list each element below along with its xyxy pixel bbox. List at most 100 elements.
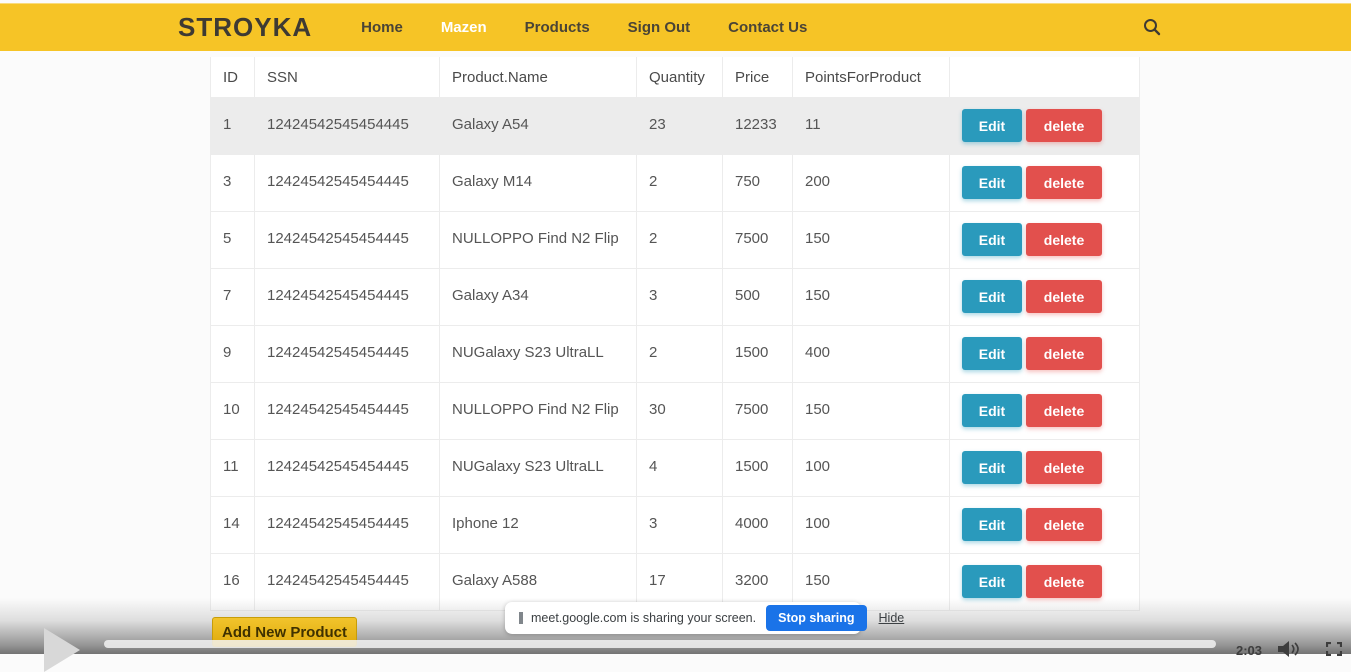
delete-button[interactable]: delete [1026, 565, 1102, 598]
cell-id: 1 [210, 98, 255, 154]
cell-points: 200 [793, 155, 950, 211]
column-header-quantity: Quantity [637, 57, 723, 97]
cell-product-name: Galaxy A54 [440, 98, 637, 154]
edit-button[interactable]: Edit [962, 394, 1022, 427]
cell-product-name: NULLOPPO Find N2 Flip [440, 383, 637, 439]
edit-button[interactable]: Edit [962, 565, 1022, 598]
delete-button[interactable]: delete [1026, 109, 1102, 142]
edit-button[interactable]: Edit [962, 166, 1022, 199]
cell-actions: Edit delete [950, 269, 1140, 325]
cell-ssn: 12424542545454445 [255, 383, 440, 439]
cell-points: 150 [793, 212, 950, 268]
cell-id: 11 [210, 440, 255, 496]
cell-price: 4000 [723, 497, 793, 553]
cell-actions: Edit delete [950, 440, 1140, 496]
nav-item-products[interactable]: Products [506, 19, 609, 36]
nav-item-home[interactable]: Home [342, 19, 422, 36]
nav-menu: Home Mazen Products Sign Out Contact Us [342, 19, 826, 36]
column-header-points: PointsForProduct [793, 57, 950, 97]
nav-item-sign-out[interactable]: Sign Out [609, 19, 710, 36]
table-header-row: ID SSN Product.Name Quantity Price Point… [210, 57, 1140, 97]
table-row: 7 12424542545454445 Galaxy A34 3 500 150… [210, 268, 1140, 325]
cell-price: 1500 [723, 326, 793, 382]
cell-points: 150 [793, 269, 950, 325]
cell-product-name: Iphone 12 [440, 497, 637, 553]
delete-button[interactable]: delete [1026, 280, 1102, 313]
cell-quantity: 3 [637, 497, 723, 553]
cell-id: 3 [210, 155, 255, 211]
cell-quantity: 3 [637, 269, 723, 325]
cell-points: 100 [793, 440, 950, 496]
table-row: 1 12424542545454445 Galaxy A54 23 12233 … [210, 97, 1140, 154]
cell-id: 5 [210, 212, 255, 268]
cell-points: 11 [793, 98, 950, 154]
delete-button[interactable]: delete [1026, 223, 1102, 256]
edit-button[interactable]: Edit [962, 223, 1022, 256]
cell-actions: Edit delete [950, 155, 1140, 211]
cell-quantity: 23 [637, 98, 723, 154]
search-icon[interactable] [1136, 11, 1168, 43]
cell-price: 750 [723, 155, 793, 211]
cell-ssn: 12424542545454445 [255, 497, 440, 553]
cell-points: 150 [793, 383, 950, 439]
cell-id: 9 [210, 326, 255, 382]
cell-ssn: 12424542545454445 [255, 269, 440, 325]
cell-quantity: 2 [637, 212, 723, 268]
cell-id: 14 [210, 497, 255, 553]
video-time: 2:03 [1236, 643, 1263, 658]
delete-button[interactable]: delete [1026, 166, 1102, 199]
cell-ssn: 12424542545454445 [255, 440, 440, 496]
cell-price: 7500 [723, 212, 793, 268]
cell-actions: Edit delete [950, 497, 1140, 553]
cell-actions: Edit delete [950, 98, 1140, 154]
play-icon[interactable] [44, 628, 80, 672]
cell-product-name: NUGalaxy S23 UltraLL [440, 440, 637, 496]
cell-product-name: Galaxy A34 [440, 269, 637, 325]
cell-quantity: 2 [637, 326, 723, 382]
nav-item-mazen[interactable]: Mazen [422, 19, 506, 36]
column-header-price: Price [723, 57, 793, 97]
edit-button[interactable]: Edit [962, 508, 1022, 541]
cell-product-name: NULLOPPO Find N2 Flip [440, 212, 637, 268]
column-header-id: ID [210, 57, 255, 97]
cell-points: 100 [793, 497, 950, 553]
products-table: ID SSN Product.Name Quantity Price Point… [210, 57, 1140, 611]
brand-logo[interactable]: STROYKA [178, 12, 312, 43]
table-row: 9 12424542545454445 NUGalaxy S23 UltraLL… [210, 325, 1140, 382]
screen-share-banner: meet.google.com is sharing your screen. … [505, 602, 904, 634]
delete-button[interactable]: delete [1026, 337, 1102, 370]
cell-price: 12233 [723, 98, 793, 154]
delete-button[interactable]: delete [1026, 451, 1102, 484]
edit-button[interactable]: Edit [962, 337, 1022, 370]
fullscreen-icon[interactable] [1325, 641, 1343, 661]
edit-button[interactable]: Edit [962, 280, 1022, 313]
cell-actions: Edit delete [950, 383, 1140, 439]
volume-icon[interactable] [1278, 641, 1302, 662]
cell-quantity: 2 [637, 155, 723, 211]
cell-product-name: Galaxy M14 [440, 155, 637, 211]
cell-ssn: 12424542545454445 [255, 326, 440, 382]
delete-button[interactable]: delete [1026, 394, 1102, 427]
cell-price: 7500 [723, 383, 793, 439]
cell-actions: Edit delete [950, 326, 1140, 382]
cell-id: 16 [210, 554, 255, 610]
table-row: 10 12424542545454445 NULLOPPO Find N2 Fl… [210, 382, 1140, 439]
stop-sharing-button[interactable]: Stop sharing [766, 605, 867, 631]
pause-icon [519, 612, 523, 624]
cell-points: 400 [793, 326, 950, 382]
column-header-actions [950, 57, 1140, 97]
table-row: 3 12424542545454445 Galaxy M14 2 750 200… [210, 154, 1140, 211]
edit-button[interactable]: Edit [962, 451, 1022, 484]
hide-link[interactable]: Hide [879, 611, 905, 625]
table-row: 14 12424542545454445 Iphone 12 3 4000 10… [210, 496, 1140, 553]
edit-button[interactable]: Edit [962, 109, 1022, 142]
cell-price: 1500 [723, 440, 793, 496]
nav-item-contact-us[interactable]: Contact Us [709, 19, 826, 36]
cell-ssn: 12424542545454445 [255, 212, 440, 268]
top-navbar: STROYKA Home Mazen Products Sign Out Con… [0, 3, 1351, 51]
delete-button[interactable]: delete [1026, 508, 1102, 541]
cell-price: 500 [723, 269, 793, 325]
cell-product-name: NUGalaxy S23 UltraLL [440, 326, 637, 382]
cell-actions: Edit delete [950, 554, 1140, 610]
seek-bar[interactable] [104, 640, 1216, 648]
